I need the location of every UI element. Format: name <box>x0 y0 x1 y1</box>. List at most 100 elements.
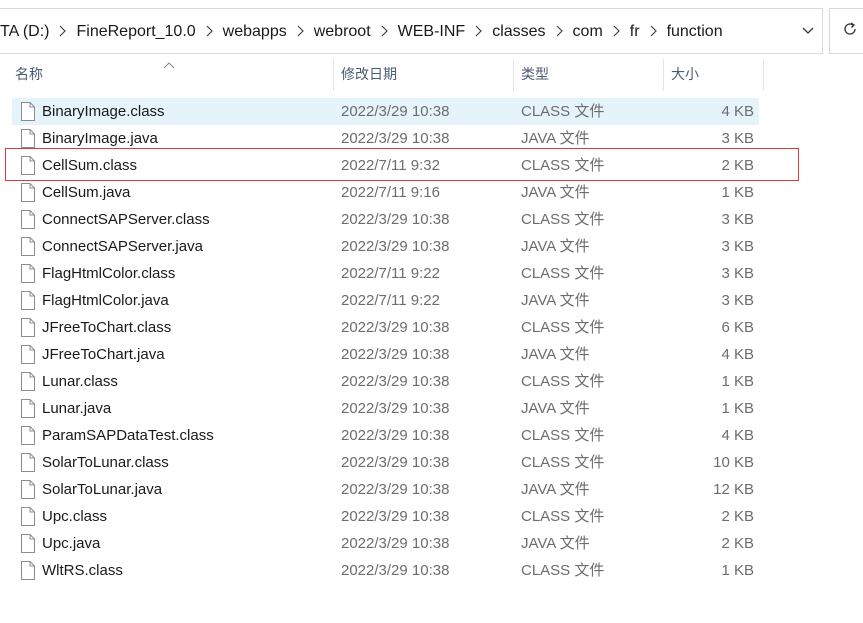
file-row[interactable]: SolarToLunar.class 2022/3/29 10:38 CLASS 文… <box>12 449 759 476</box>
file-name: ConnectSAPServer.class <box>42 211 210 228</box>
file-type: CLASS 文件 <box>521 103 605 120</box>
column-header-date[interactable]: 修改日期 <box>341 55 511 91</box>
file-icon <box>21 345 35 364</box>
file-icon <box>21 210 35 229</box>
file-type: CLASS 文件 <box>521 319 605 336</box>
file-icon <box>21 534 35 553</box>
file-row[interactable]: ParamSAPDataTest.class 2022/3/29 10:38 CLA… <box>12 422 759 449</box>
file-name: Upc.java <box>42 535 101 552</box>
chevron-right-icon[interactable] <box>293 24 308 40</box>
file-date: 2022/3/29 10:38 <box>341 535 450 552</box>
file-type: JAVA 文件 <box>521 400 590 417</box>
breadcrumb-item[interactable]: FineReport_10.0 <box>70 23 201 41</box>
file-icon <box>21 507 35 526</box>
file-type: JAVA 文件 <box>521 535 590 552</box>
column-divider[interactable] <box>663 59 664 91</box>
file-size: 12 KB <box>713 481 754 498</box>
file-row[interactable]: SolarToLunar.java 2022/3/29 10:38 JAVA 文件 1… <box>12 476 759 503</box>
file-size: 3 KB <box>721 292 754 309</box>
highlight-annotation <box>5 148 799 181</box>
refresh-button[interactable] <box>829 8 863 54</box>
column-divider[interactable] <box>333 59 334 91</box>
file-size: 4 KB <box>721 346 754 363</box>
file-row[interactable]: Lunar.class 2022/3/29 10:38 CLASS 文件 1 KB <box>12 368 759 395</box>
file-size: 1 KB <box>721 400 754 417</box>
file-row[interactable]: WltRS.class 2022/3/29 10:38 CLASS 文件 1 KB <box>12 557 759 584</box>
column-header-size[interactable]: 大小 <box>671 55 761 91</box>
chevron-right-icon[interactable] <box>55 24 70 40</box>
file-name: Lunar.java <box>42 400 112 417</box>
file-row[interactable]: Upc.java 2022/3/29 10:38 JAVA 文件 2 KB <box>12 530 759 557</box>
breadcrumb-item[interactable]: webroot <box>308 23 377 41</box>
file-icon <box>21 399 35 418</box>
file-row[interactable]: FlagHtmlColor.class 2022/7/11 9:22 CLASS 文… <box>12 260 759 287</box>
breadcrumb-item[interactable]: function <box>661 23 729 41</box>
file-icon <box>21 183 35 202</box>
file-size: 2 KB <box>721 508 754 525</box>
file-row[interactable]: CellSum.java 2022/7/11 9:16 JAVA 文件 1 KB <box>12 179 759 206</box>
file-type: JAVA 文件 <box>521 292 590 309</box>
chevron-right-icon[interactable] <box>552 24 567 40</box>
file-date: 2022/3/29 10:38 <box>341 481 450 498</box>
breadcrumb: TA (D:) FineReport_10.0 webapps webroot WEB-… <box>0 9 729 55</box>
file-row[interactable]: JFreeToChart.java 2022/3/29 10:38 JAVA 文件 4… <box>12 341 759 368</box>
file-size: 6 KB <box>721 319 754 336</box>
file-icon <box>21 318 35 337</box>
file-icon <box>21 453 35 472</box>
column-header-name[interactable]: 名称 <box>15 55 333 91</box>
file-icon <box>21 102 35 121</box>
file-name: Upc.class <box>42 508 108 525</box>
chevron-right-icon[interactable] <box>471 24 486 40</box>
file-size: 3 KB <box>721 238 754 255</box>
address-box[interactable]: TA (D:) FineReport_10.0 webapps webroot WEB-… <box>0 8 823 54</box>
file-name: Lunar.class <box>42 373 118 390</box>
file-row[interactable]: Upc.class 2022/3/29 10:38 CLASS 文件 2 KB <box>12 503 759 530</box>
file-row[interactable]: BinaryImage.class 2022/3/29 10:38 CLASS 文件… <box>12 98 759 125</box>
file-name: ParamSAPDataTest.class <box>42 427 214 444</box>
file-icon <box>21 264 35 283</box>
file-date: 2022/3/29 10:38 <box>341 346 450 363</box>
file-type: JAVA 文件 <box>521 184 590 201</box>
address-bar: TA (D:) FineReport_10.0 webapps webroot WEB-… <box>0 0 863 63</box>
file-size: 10 KB <box>713 454 754 471</box>
file-name: SolarToLunar.java <box>42 481 163 498</box>
column-divider[interactable] <box>763 59 764 91</box>
breadcrumb-item[interactable]: classes <box>486 23 551 41</box>
file-name: SolarToLunar.class <box>42 454 169 471</box>
file-type: CLASS 文件 <box>521 454 605 471</box>
chevron-right-icon[interactable] <box>646 24 661 40</box>
file-row[interactable]: JFreeToChart.class 2022/3/29 10:38 CLASS 文… <box>12 314 759 341</box>
breadcrumb-item[interactable]: WEB-INF <box>392 23 472 41</box>
file-date: 2022/3/29 10:38 <box>341 427 450 444</box>
breadcrumb-item[interactable]: webapps <box>217 23 293 41</box>
file-date: 2022/3/29 10:38 <box>341 562 450 579</box>
file-name: BinaryImage.class <box>42 103 165 120</box>
file-date: 2022/7/11 9:22 <box>341 292 440 309</box>
file-row[interactable]: ConnectSAPServer.class 2022/3/29 10:38 CLA… <box>12 206 759 233</box>
file-name: FlagHtmlColor.class <box>42 265 176 282</box>
file-row[interactable]: Lunar.java 2022/3/29 10:38 JAVA 文件 1 KB <box>12 395 759 422</box>
chevron-right-icon[interactable] <box>609 24 624 40</box>
file-icon <box>21 561 35 580</box>
file-name: FlagHtmlColor.java <box>42 292 169 309</box>
file-row[interactable]: FlagHtmlColor.java 2022/7/11 9:22 JAVA 文件 3… <box>12 287 759 314</box>
file-size: 3 KB <box>721 211 754 228</box>
file-date: 2022/3/29 10:38 <box>341 373 450 390</box>
file-icon <box>21 291 35 310</box>
column-divider[interactable] <box>513 59 514 91</box>
breadcrumb-item[interactable]: TA (D:) <box>0 23 55 41</box>
breadcrumb-item[interactable]: fr <box>624 23 646 41</box>
column-header-type[interactable]: 类型 <box>521 55 661 91</box>
file-name: JFreeToChart.java <box>42 346 165 363</box>
file-type: CLASS 文件 <box>521 427 605 444</box>
chevron-right-icon[interactable] <box>202 24 217 40</box>
file-type: CLASS 文件 <box>521 508 605 525</box>
file-type: CLASS 文件 <box>521 265 605 282</box>
chevron-right-icon[interactable] <box>377 24 392 40</box>
breadcrumb-item[interactable]: com <box>567 23 609 41</box>
file-date: 2022/3/29 10:38 <box>341 319 450 336</box>
file-date: 2022/3/29 10:38 <box>341 211 450 228</box>
file-type: JAVA 文件 <box>521 346 590 363</box>
chevron-down-icon[interactable] <box>794 9 822 53</box>
file-row[interactable]: ConnectSAPServer.java 2022/3/29 10:38 JAVA… <box>12 233 759 260</box>
